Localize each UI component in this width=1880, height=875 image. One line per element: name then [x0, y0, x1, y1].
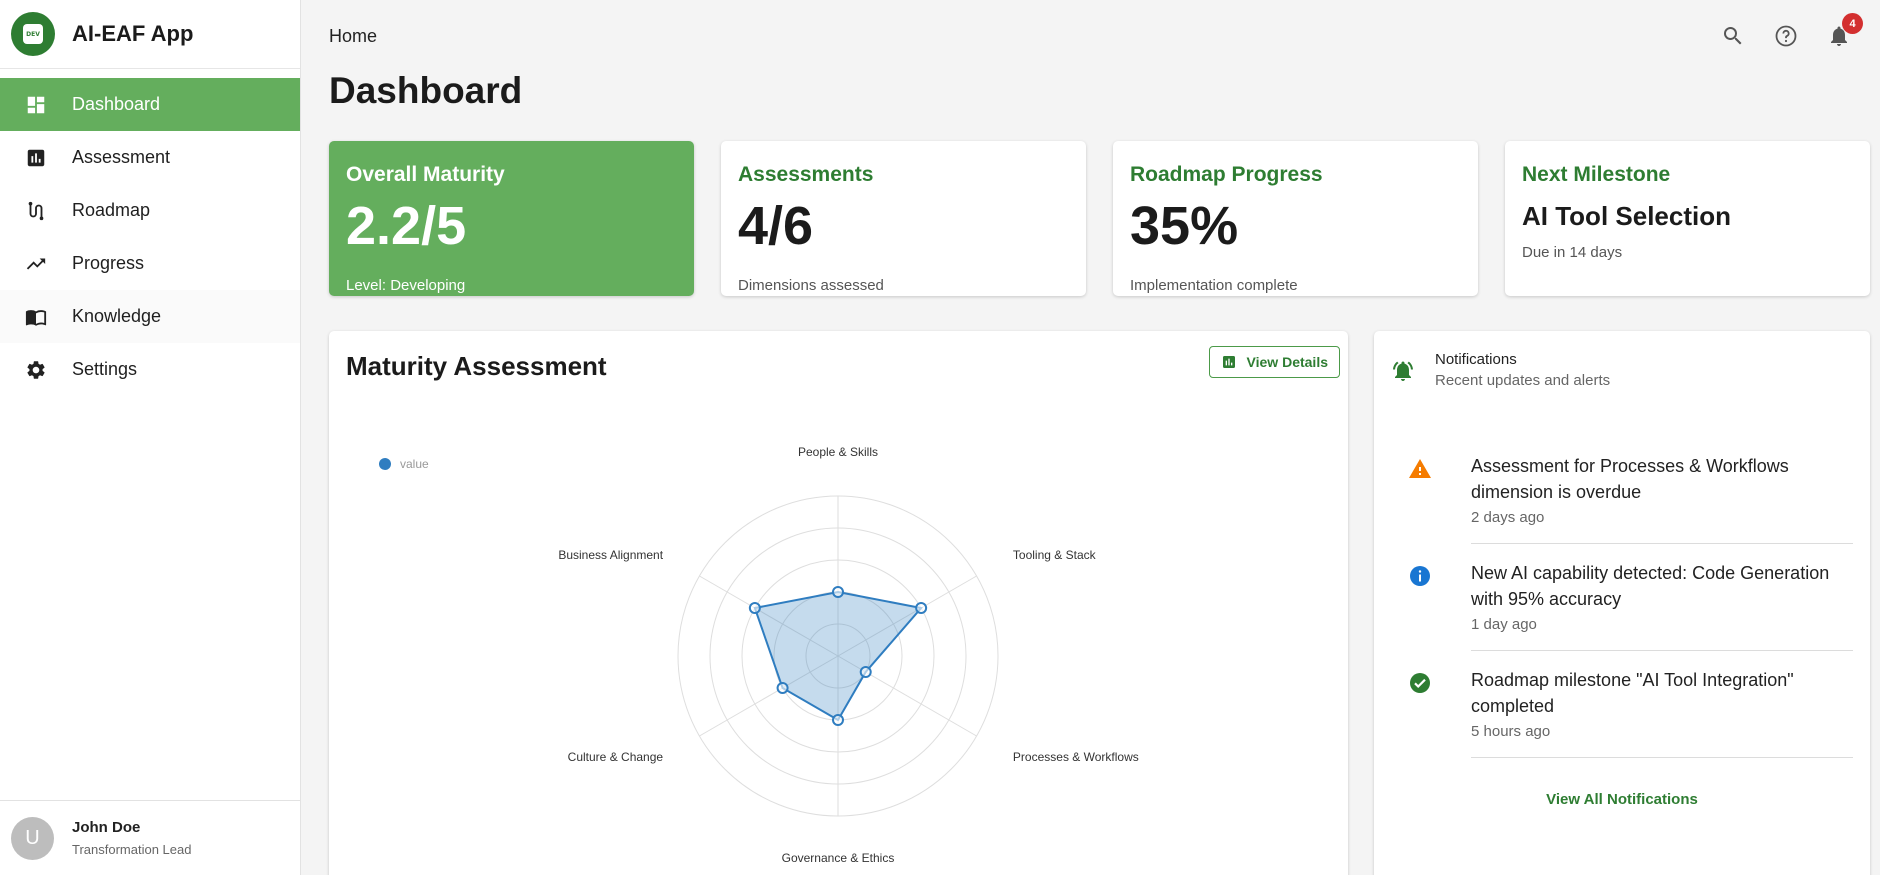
- radar-axis-label: Tooling & Stack: [1013, 548, 1097, 562]
- help-button[interactable]: [1772, 22, 1799, 49]
- bell-ring-icon: [1393, 361, 1413, 381]
- app-logo-badge: DEV: [23, 24, 43, 44]
- sidebar-item-label: Roadmap: [72, 200, 151, 220]
- stat-card-next-milestone[interactable]: Next Milestone AI Tool Selection Due in …: [1505, 141, 1870, 296]
- sidebar-item-knowledge[interactable]: Knowledge: [0, 290, 300, 343]
- search-button[interactable]: [1719, 22, 1746, 49]
- sidebar: DEV AI-EAF App Dashboard Assessment Road…: [0, 0, 301, 875]
- notifications-button[interactable]: 4: [1825, 13, 1863, 49]
- milestone-name: AI Tool Selection: [1522, 201, 1731, 231]
- sidebar-item-dashboard[interactable]: Dashboard: [0, 78, 300, 131]
- stat-card-roadmap-progress[interactable]: Roadmap Progress 35% Implementation comp…: [1113, 141, 1478, 296]
- view-all-notifications-link[interactable]: View All Notifications: [1374, 791, 1870, 808]
- radar-point: [832, 586, 844, 598]
- stat-title: Overall Maturity: [346, 163, 505, 186]
- toolbar: 4: [1719, 13, 1863, 49]
- notification-message: Roadmap milestone "AI Tool Integration" …: [1471, 670, 1794, 716]
- stat-value: 4/6: [738, 196, 814, 256]
- radar-axis-label: People & Skills: [798, 445, 878, 459]
- search-icon: [1723, 26, 1741, 44]
- book-icon: [0, 306, 72, 328]
- sidebar-item-settings[interactable]: Settings: [0, 343, 300, 396]
- breadcrumb[interactable]: Home: [329, 26, 377, 47]
- sidebar-item-label: Dashboard: [72, 94, 161, 114]
- stat-value: 35%: [1130, 196, 1239, 256]
- sidebar-item-assessment[interactable]: Assessment: [0, 131, 300, 184]
- radar-axis-label: Processes & Workflows: [1013, 750, 1139, 764]
- user-role: Transformation Lead: [72, 842, 192, 857]
- info-icon: [1410, 566, 1430, 586]
- radar-point: [832, 714, 844, 726]
- legend-label: value: [400, 457, 429, 471]
- trending-up-icon: [0, 253, 72, 275]
- stat-value: 2.2/5: [346, 196, 467, 256]
- sidebar-item-label: Assessment: [72, 147, 171, 167]
- dashboard-icon: [0, 94, 72, 116]
- notifications-panel: Notifications Recent updates and alerts …: [1374, 331, 1870, 875]
- radar-axis-label: Business Alignment: [558, 548, 663, 562]
- sidebar-item-label: Settings: [72, 359, 138, 379]
- brand: DEV AI-EAF App: [0, 0, 300, 69]
- sidebar-item-label: Progress: [72, 253, 145, 273]
- radar-axis-label: Governance & Ethics: [782, 851, 895, 865]
- user-profile[interactable]: U John Doe Transformation Lead: [0, 800, 301, 875]
- legend-marker: [379, 458, 391, 470]
- stat-subtitle: Level: Developing: [346, 277, 466, 294]
- gear-icon: [0, 359, 72, 381]
- check-circle-icon: [1410, 673, 1430, 693]
- notification-message: New AI capability detected: Code Generat…: [1471, 563, 1830, 609]
- radar-chart: People & Skills Tooling & Stack Processes …: [379, 445, 1139, 865]
- radar-point: [859, 666, 872, 678]
- radar-point: [915, 602, 928, 614]
- sidebar-item-progress[interactable]: Progress: [0, 237, 300, 290]
- stat-subtitle: Dimensions assessed: [738, 277, 884, 294]
- sidebar-nav: Dashboard Assessment Roadmap Progress Kn…: [0, 78, 300, 396]
- app-title: AI-EAF App: [72, 21, 194, 46]
- stat-card-assessments[interactable]: Assessments 4/6 Dimensions assessed: [721, 141, 1086, 296]
- help-icon: [1775, 25, 1796, 46]
- notification-time: 2 days ago: [1471, 509, 1545, 526]
- app-logo[interactable]: DEV: [11, 12, 55, 56]
- notifications-title: Notifications: [1435, 351, 1517, 368]
- avatar: U: [11, 816, 54, 860]
- stat-title: Next Milestone: [1522, 163, 1671, 186]
- sidebar-item-roadmap[interactable]: Roadmap: [0, 184, 300, 237]
- notifications-subtitle: Recent updates and alerts: [1435, 372, 1611, 389]
- radar-point: [776, 682, 789, 694]
- maturity-assessment-panel: Maturity Assessment View Details People …: [329, 331, 1348, 875]
- warning-icon: [1409, 459, 1431, 478]
- radar-series-area: [753, 590, 924, 722]
- route-icon: [0, 200, 72, 222]
- stat-subtitle: Implementation complete: [1130, 277, 1298, 294]
- radar-point: [748, 602, 761, 614]
- notification-message: Assessment for Processes & Workflows dim…: [1471, 456, 1789, 502]
- sidebar-item-label: Knowledge: [72, 306, 162, 326]
- divider: [1471, 757, 1853, 758]
- divider: [1471, 543, 1853, 544]
- notification-time: 1 day ago: [1471, 616, 1537, 633]
- user-name: John Doe: [72, 819, 141, 836]
- milestone-due: Due in 14 days: [1522, 244, 1623, 261]
- page-title: Dashboard: [329, 70, 523, 111]
- notification-badge: 4: [1842, 13, 1863, 34]
- stat-title: Assessments: [738, 163, 874, 186]
- radar-axis-label: Culture & Change: [568, 750, 664, 764]
- divider: [1471, 650, 1853, 651]
- bar-chart-icon: [0, 147, 72, 169]
- stat-title: Roadmap Progress: [1130, 163, 1323, 186]
- stat-card-overall-maturity[interactable]: Overall Maturity 2.2/5 Level: Developing: [329, 141, 694, 296]
- notification-time: 5 hours ago: [1471, 723, 1551, 740]
